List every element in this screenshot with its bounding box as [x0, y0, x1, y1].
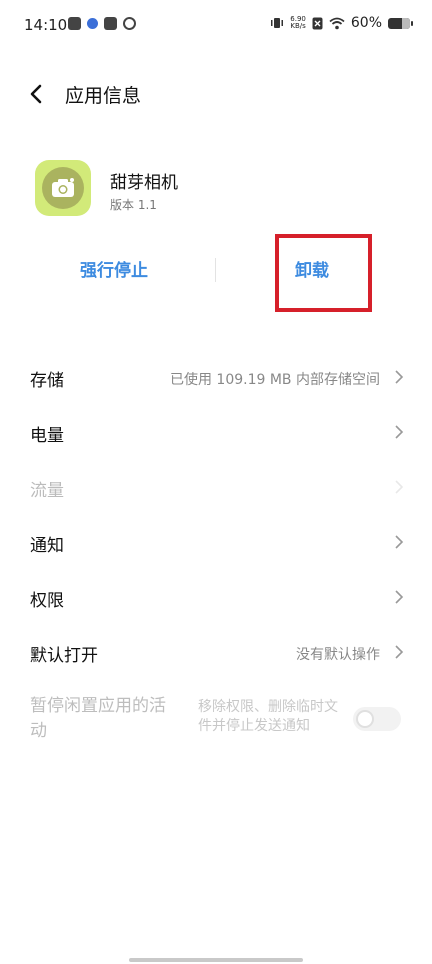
pause-activity-label: 暂停闲置应用的活动: [30, 696, 166, 741]
row-value: 已使用 109.19 MB 内部存储空间: [169, 372, 380, 388]
row-label: 电量: [30, 426, 64, 446]
pause-activity-row: 暂停闲置应用的活动 移除权限、删除临时文件并停止发送通知: [0, 694, 432, 750]
permissions-row[interactable]: 权限: [0, 572, 432, 622]
mail-icon: [68, 17, 81, 30]
row-label: 通知: [30, 536, 64, 556]
wifi-icon: [329, 17, 345, 29]
button-divider: [215, 258, 216, 282]
row-label: 权限: [30, 591, 64, 611]
row-label: 流量: [30, 481, 64, 501]
status-bar: 14:10 6.90 KB/s 60%: [0, 0, 432, 52]
net-speed-unit: KB/s: [290, 22, 306, 30]
row-label: 默认打开: [30, 646, 98, 666]
network-speed: 6.90 KB/s: [290, 16, 306, 30]
status-right: 6.90 KB/s 60%: [270, 15, 413, 31]
app-version: 版本 1.1: [110, 198, 157, 212]
row-label: 存储: [30, 371, 64, 391]
chevron-right-icon: [395, 480, 404, 494]
paw-icon: [87, 18, 98, 29]
notification-icons: [68, 17, 136, 30]
vibrate-icon: [271, 18, 284, 28]
back-arrow-icon[interactable]: [26, 82, 48, 106]
battery-row[interactable]: 电量: [0, 407, 432, 457]
home-indicator[interactable]: [129, 958, 303, 962]
no-sim-icon: [312, 17, 323, 29]
chevron-right-icon: [395, 645, 404, 659]
highlight-box: [275, 234, 372, 312]
pause-activity-toggle[interactable]: [353, 707, 401, 731]
row-value: 没有默认操作: [296, 647, 380, 663]
battery-icon: [388, 17, 413, 29]
chevron-right-icon: [395, 425, 404, 439]
force-stop-button[interactable]: 强行停止: [80, 256, 148, 281]
chevron-right-icon: [395, 535, 404, 549]
battery-percent: 60%: [350, 15, 382, 31]
chevron-right-icon: [395, 590, 404, 604]
app-name: 甜芽相机: [110, 173, 178, 193]
app-notification-icon: [104, 17, 117, 30]
notifications-row[interactable]: 通知: [0, 517, 432, 567]
pause-activity-description: 移除权限、删除临时文件并停止发送通知: [198, 699, 338, 734]
header: 应用信息: [0, 78, 432, 110]
data-usage-row: 流量: [0, 462, 432, 512]
toggle-knob: [356, 710, 374, 728]
page-title: 应用信息: [65, 85, 142, 107]
storage-row[interactable]: 存储 已使用 109.19 MB 内部存储空间: [0, 352, 432, 402]
open-by-default-row[interactable]: 默认打开 没有默认操作: [0, 627, 432, 677]
chevron-right-icon: [395, 370, 404, 384]
camera-icon: [52, 178, 74, 197]
status-time: 14:10: [24, 16, 68, 34]
app-icon: [35, 160, 91, 216]
sync-icon: [123, 17, 136, 30]
